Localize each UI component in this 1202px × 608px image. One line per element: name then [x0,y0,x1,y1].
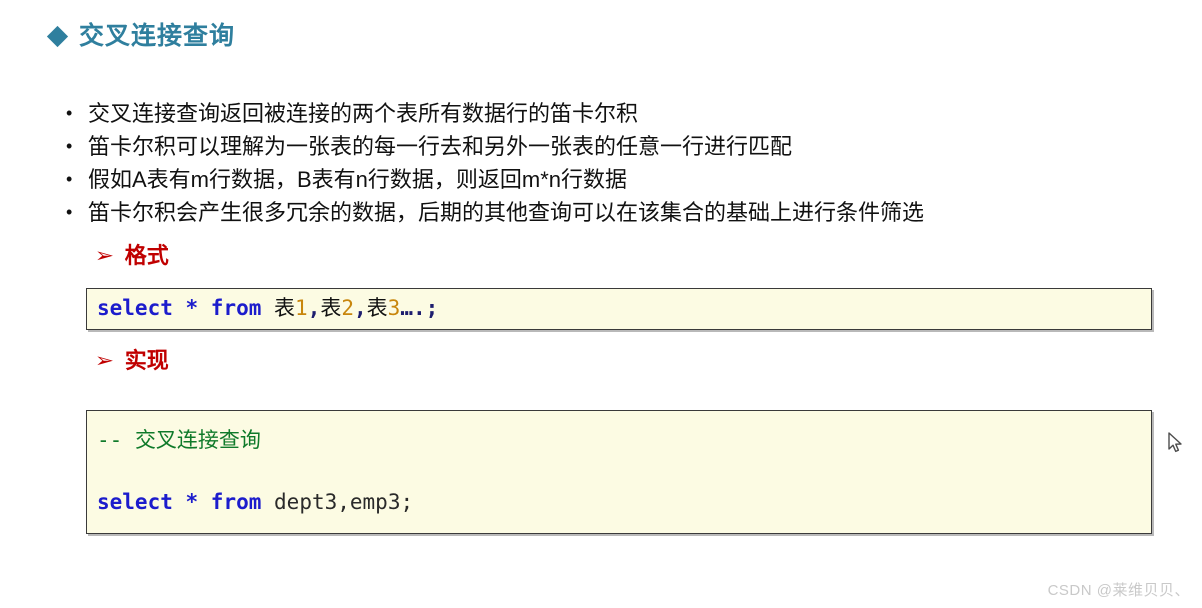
sql-table-3-num: 3 [387,296,401,320]
section-heading-implement: ➢ 实现 [94,348,169,373]
sql-keyword-from: from [210,296,262,320]
sql-keyword-from: from [210,490,262,514]
sql-space [261,490,274,514]
list-item: • 笛卡尔积会产生很多冗余的数据，后期的其他查询可以在该集合的基础上进行条件筛选 [66,197,1196,230]
sql-comment-dashes: -- [97,428,135,452]
sql-table-list: dept3,emp3; [274,490,414,514]
arrow-bullet-icon: ➢ [94,245,115,267]
sql-tail: ….; [400,296,439,320]
bullet-dot-icon: • [66,136,73,156]
page-title: 交叉连接查询 [46,22,236,50]
code-block-format: select * from 表1,表2,表3….; [86,288,1152,330]
sql-keyword-select: select [97,296,173,320]
code-line-comment: -- 交叉连接查询 [97,425,1151,456]
section-heading-format: ➢ 格式 [94,243,169,268]
sql-keyword-select: select [97,490,173,514]
list-item-text: 笛卡尔积可以理解为一张表的每一行去和另外一张表的任意一行进行匹配 [88,134,793,159]
list-item: • 笛卡尔积可以理解为一张表的每一行去和另外一张表的任意一行进行匹配 [66,131,1196,164]
code-line: select * from 表1,表2,表3….; [97,293,1151,324]
sql-table-2-num: 2 [341,296,354,320]
list-item-text: 交叉连接查询返回被连接的两个表所有数据行的笛卡尔积 [88,101,639,126]
section-heading-implement-text: 实现 [124,348,169,373]
sql-comma-2: , [354,296,367,320]
list-item: • 假如A表有m行数据，B表有n行数据，则返回m*n行数据 [66,164,1196,197]
code-line-statement: select * from dept3,emp3; [97,487,1151,518]
bullet-list: • 交叉连接查询返回被连接的两个表所有数据行的笛卡尔积 • 笛卡尔积可以理解为一… [66,98,1196,230]
sql-star: * [172,490,211,514]
diamond-bullet-icon [46,25,69,48]
watermark: CSDN @莱维贝贝、 [1047,582,1190,599]
sql-table-2: 表 [320,297,342,320]
mouse-pointer-icon [1168,432,1184,454]
sql-table-1-num: 1 [295,296,308,320]
sql-space [261,296,274,320]
list-item-text: 假如A表有m行数据，B表有n行数据，则返回m*n行数据 [88,167,628,192]
sql-comment-text: 交叉连接查询 [134,428,261,452]
section-heading-format-text: 格式 [124,243,169,268]
sql-table-1: 表 [274,297,296,320]
sql-table-3: 表 [366,297,388,320]
sql-comma-1: , [307,296,321,320]
sql-star: * [172,296,211,320]
arrow-bullet-icon: ➢ [94,350,115,372]
bullet-dot-icon: • [66,103,73,123]
list-item: • 交叉连接查询返回被连接的两个表所有数据行的笛卡尔积 [66,98,1196,131]
page-title-text: 交叉连接查询 [79,22,236,50]
bullet-dot-icon: • [66,169,73,189]
code-block-implement: -- 交叉连接查询 select * from dept3,emp3; [86,410,1152,534]
bullet-dot-icon: • [66,202,73,222]
list-item-text: 笛卡尔积会产生很多冗余的数据，后期的其他查询可以在该集合的基础上进行条件筛选 [88,200,925,225]
